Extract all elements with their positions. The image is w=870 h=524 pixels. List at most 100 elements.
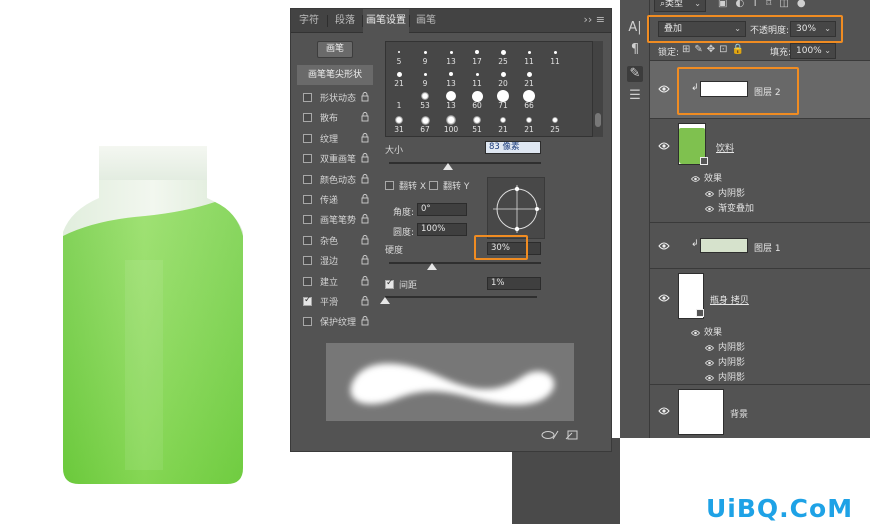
lock-icon[interactable] xyxy=(361,112,369,122)
brush-preset[interactable]: 71 xyxy=(490,88,516,111)
brush-option-row[interactable]: 湿边 xyxy=(303,254,377,268)
effect-row[interactable]: 内阴影 xyxy=(704,355,745,369)
brush-preset[interactable]: 21 xyxy=(516,66,542,89)
brush-tip-shape-item[interactable]: 画笔笔尖形状 xyxy=(297,65,373,85)
brush-option-checkbox[interactable] xyxy=(303,295,312,306)
brush-preset[interactable]: 11 xyxy=(464,66,490,89)
character-panel-icon[interactable]: A| xyxy=(627,20,643,36)
brush-preset[interactable]: 17 xyxy=(464,44,490,67)
effect-row[interactable]: 渐变叠加 xyxy=(704,201,754,215)
brush-preset[interactable]: 53 xyxy=(412,88,438,111)
flip-y-checkbox[interactable] xyxy=(429,181,438,190)
brush-option-row[interactable]: 形状动态 xyxy=(303,91,377,105)
brush-preset[interactable] xyxy=(542,88,568,111)
effect-row[interactable]: 内阴影 xyxy=(704,186,745,200)
brush-option-checkbox[interactable] xyxy=(303,154,312,164)
brush-option-checkbox[interactable] xyxy=(303,93,312,102)
brush-preset[interactable]: 21 xyxy=(490,112,516,135)
scroll-thumb[interactable] xyxy=(595,113,601,127)
layer-name[interactable]: 图层 1 xyxy=(754,241,781,254)
brush-preset[interactable]: 66 xyxy=(516,88,542,111)
brush-settings-icon[interactable]: ✎ xyxy=(627,66,643,82)
brush-preset[interactable]: 21 xyxy=(386,66,412,89)
brush-preset[interactable]: 9 xyxy=(412,44,438,67)
angle-roundness-widget[interactable] xyxy=(487,177,545,239)
brush-option-row[interactable]: 保护纹理 xyxy=(303,315,377,329)
brush-preset[interactable]: 25 xyxy=(542,112,568,135)
brush-option-row[interactable]: 纹理 xyxy=(303,132,377,146)
layer-row-layer1[interactable]: ↲ 图层 1 xyxy=(650,222,870,268)
angle-input[interactable]: 0° xyxy=(417,203,467,216)
visibility-eye-icon[interactable] xyxy=(690,329,701,337)
visibility-eye-icon[interactable] xyxy=(658,406,670,416)
brush-option-checkbox[interactable] xyxy=(303,256,312,266)
filter-type-icons[interactable]: ▣◐T⌑◫● xyxy=(718,0,814,9)
visibility-eye-icon[interactable] xyxy=(658,293,670,303)
spacing-slider-knob[interactable] xyxy=(380,297,390,304)
brush-preset[interactable]: 25 xyxy=(490,44,516,67)
effect-row[interactable]: 内阴影 xyxy=(704,340,745,354)
brush-preset[interactable]: 31 xyxy=(386,112,412,135)
fill-input[interactable]: 100% ⌄ xyxy=(790,43,836,59)
brush-preset[interactable]: 60 xyxy=(464,88,490,111)
tab-brush-settings[interactable]: 画笔设置 xyxy=(363,9,409,33)
lock-icon[interactable] xyxy=(361,153,369,163)
brush-option-row[interactable]: 建立 xyxy=(303,275,377,289)
lock-icon[interactable] xyxy=(361,173,369,184)
effect-row[interactable]: 内阴影 xyxy=(704,370,745,384)
visibility-eye-icon[interactable] xyxy=(704,359,715,367)
lock-icon[interactable] xyxy=(361,296,369,306)
tab-brush[interactable]: 画笔 xyxy=(410,9,442,33)
brushes-button[interactable]: 画笔 xyxy=(317,41,353,58)
visibility-eye-icon[interactable] xyxy=(704,344,715,352)
lock-icon[interactable] xyxy=(361,92,369,102)
visibility-eye-icon[interactable] xyxy=(658,241,670,251)
hardness-slider-track[interactable] xyxy=(389,262,541,264)
size-slider-knob[interactable] xyxy=(443,163,453,170)
spacing-checkbox[interactable] xyxy=(385,278,394,289)
layer-name[interactable]: 瓶身 拷贝 xyxy=(710,293,749,306)
visibility-eye-icon[interactable] xyxy=(690,175,701,183)
brush-preset[interactable]: 1 xyxy=(386,88,412,111)
layer-row-bottle-copy[interactable]: 瓶身 拷贝 效果 内阴影 内阴影 内阴影 xyxy=(650,268,870,384)
adjustments-icon[interactable]: ☰ xyxy=(627,88,643,104)
lock-icon[interactable] xyxy=(361,316,369,326)
visibility-eye-icon[interactable] xyxy=(658,141,670,151)
effects-row[interactable]: 效果 xyxy=(690,325,722,339)
layer-filter-select[interactable]: ⌕类型 ⌄ xyxy=(654,0,706,12)
spacing-input[interactable]: 1% xyxy=(487,277,541,290)
layer-row-background[interactable]: 背景 xyxy=(650,384,870,438)
brush-option-row[interactable]: 双重画笔 xyxy=(303,152,377,166)
brush-preset[interactable]: 13 xyxy=(438,44,464,67)
brush-option-row[interactable]: 杂色 xyxy=(303,234,377,248)
brush-preset[interactable]: 21 xyxy=(516,112,542,135)
size-slider-track[interactable] xyxy=(389,162,541,164)
paragraph-panel-icon[interactable]: ¶ xyxy=(627,42,643,58)
brush-option-checkbox[interactable] xyxy=(303,195,312,204)
effects-row[interactable]: 效果 xyxy=(690,171,722,185)
brush-option-row[interactable]: 平滑 xyxy=(303,295,377,309)
brush-option-row[interactable]: 颜色动态 xyxy=(303,173,377,187)
preview-toggle-icon[interactable] xyxy=(541,429,581,441)
lock-icon[interactable] xyxy=(361,194,369,204)
layer-name[interactable]: 背景 xyxy=(730,407,748,420)
brush-preset[interactable]: 67 xyxy=(412,112,438,135)
brush-option-checkbox[interactable] xyxy=(303,317,312,327)
brush-option-row[interactable]: 画笔笔势 xyxy=(303,213,377,227)
brush-preset[interactable]: 9 xyxy=(412,66,438,89)
brush-option-checkbox[interactable] xyxy=(303,113,312,123)
lock-icon[interactable] xyxy=(361,255,369,265)
lock-icon[interactable] xyxy=(361,234,369,245)
brush-option-checkbox[interactable] xyxy=(303,174,312,184)
brush-preset[interactable]: 13 xyxy=(438,88,464,111)
visibility-eye-icon[interactable] xyxy=(704,374,715,382)
brush-preset[interactable]: 13 xyxy=(438,66,464,89)
brush-preset[interactable]: 11 xyxy=(542,44,568,67)
layer-row-drink[interactable]: 饮料 效果 内阴影 渐变叠加 xyxy=(650,118,870,222)
brush-preset[interactable] xyxy=(568,88,592,111)
brush-preset[interactable]: 11 xyxy=(516,44,542,67)
lock-icon[interactable] xyxy=(361,132,369,143)
brush-option-row[interactable]: 传递 xyxy=(303,193,377,207)
size-input[interactable]: 83 像素 xyxy=(485,141,541,154)
lock-icons[interactable]: ⊞✎✥⊡🔒 xyxy=(682,44,748,55)
